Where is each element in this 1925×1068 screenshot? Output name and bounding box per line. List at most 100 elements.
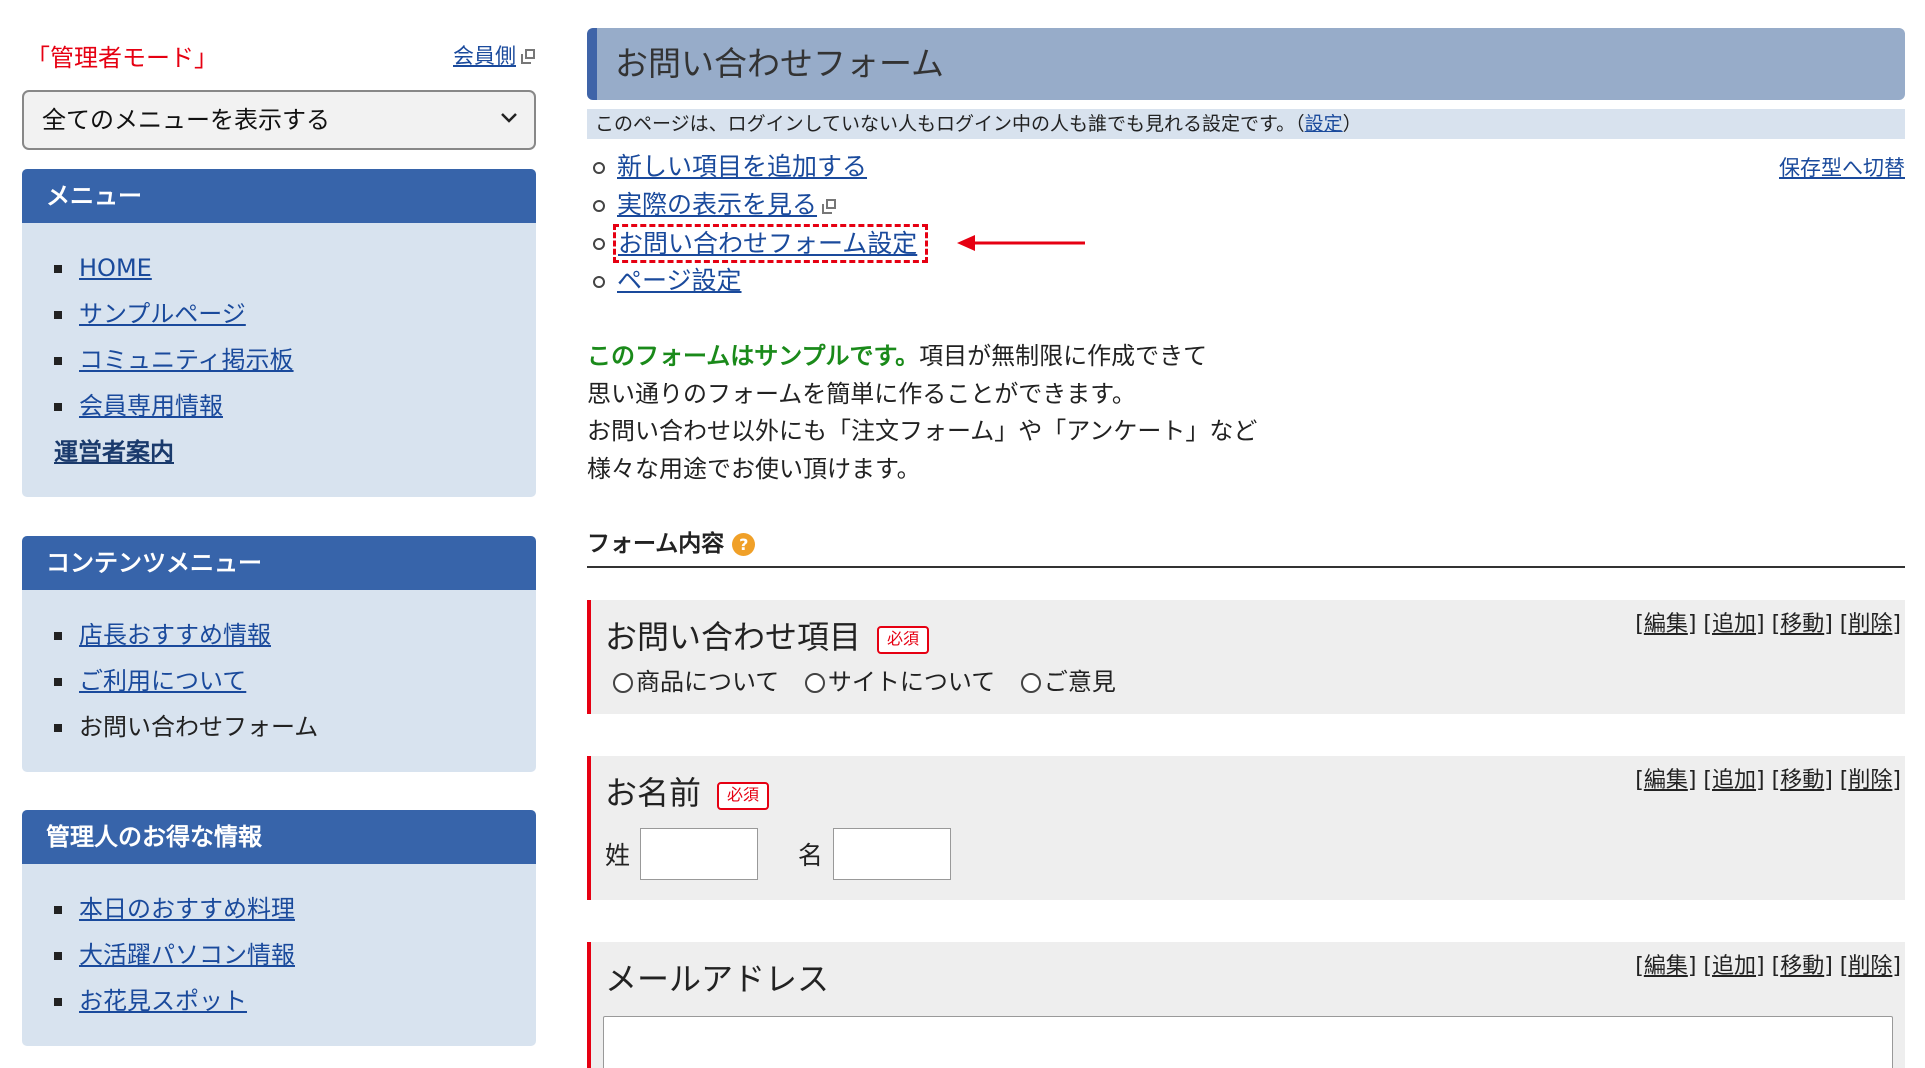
- menu-item-members: 会員専用情報: [54, 383, 536, 429]
- menu-display-select[interactable]: 全てのメニューを表示する: [22, 90, 536, 150]
- move-button[interactable]: 移動: [1780, 768, 1824, 793]
- field-email-controls: [編集] [追加] [移動] [削除]: [1635, 954, 1901, 979]
- radio-label: ご意見: [1043, 668, 1116, 696]
- action-item-page-settings: ページ設定: [587, 262, 928, 300]
- owner-menu-box: 管理人のお得な情報 本日のおすすめ料理 大活躍パソコン情報 お花見スポット: [22, 810, 536, 1046]
- delete-button[interactable]: 削除: [1848, 954, 1892, 979]
- description-line-3: お問い合わせ以外にも「注文フォーム」や「アンケート」など: [587, 417, 1258, 445]
- menu-link-sample[interactable]: サンプルページ: [79, 300, 246, 328]
- menu-item-community: コミュニティ掲示板: [54, 337, 536, 383]
- highlight-box: お問い合わせフォーム設定: [613, 224, 929, 263]
- delete-button[interactable]: 削除: [1848, 768, 1892, 793]
- menu-title: メニュー: [22, 169, 536, 223]
- owner-link-pc[interactable]: 大活躍パソコン情報: [79, 941, 295, 969]
- external-link-icon: [822, 199, 837, 214]
- notice-settings-link[interactable]: 設定: [1305, 113, 1343, 135]
- help-icon[interactable]: ?: [732, 533, 756, 556]
- add-item-link[interactable]: 新しい項目を追加する: [617, 152, 867, 181]
- action-item-preview: 実際の表示を見る: [587, 186, 928, 224]
- last-name-input[interactable]: [639, 828, 758, 880]
- owner-item-pc: 大活躍パソコン情報: [54, 932, 536, 978]
- contents-current-inquiry-form: お問い合わせフォーム: [79, 713, 319, 741]
- contents-menu-title: コンテンツメニュー: [22, 536, 536, 590]
- contents-item-inquiry-form: お問い合わせフォーム: [54, 704, 536, 750]
- description-line-4: 様々な用途でお使い頂けます。: [587, 454, 921, 483]
- edit-button[interactable]: 編集: [1644, 612, 1688, 637]
- field-name-label: お名前: [605, 774, 702, 812]
- owner-menu-list: 本日のおすすめ料理 大活躍パソコン情報 お花見スポット: [22, 864, 536, 1024]
- add-button[interactable]: 追加: [1712, 768, 1756, 793]
- add-button[interactable]: 追加: [1712, 612, 1756, 637]
- required-badge: 必須: [877, 626, 930, 654]
- owner-link-dish[interactable]: 本日のおすすめ料理: [79, 895, 295, 923]
- first-name-label: 名: [797, 841, 823, 870]
- page-title: お問い合わせフォーム: [587, 28, 1905, 100]
- notice-close: ）: [1342, 113, 1362, 135]
- move-button[interactable]: 移動: [1780, 612, 1824, 637]
- form-description: このフォームはサンプルです。項目が無制限に作成できて 思い通りのフォームを簡単に…: [587, 338, 1257, 488]
- contents-link-usage[interactable]: ご利用について: [79, 667, 246, 695]
- radio-label: サイトについて: [827, 668, 996, 696]
- move-button[interactable]: 移動: [1780, 954, 1824, 979]
- field-name-label-row: お名前 必須: [605, 768, 770, 814]
- required-badge: 必須: [717, 782, 770, 810]
- owner-menu-title: 管理人のお得な情報: [22, 810, 536, 864]
- name-input-row: 姓 名: [605, 828, 951, 880]
- form-settings-link[interactable]: お問い合わせフォーム設定: [618, 229, 917, 258]
- inquiry-radio-group: 商品について サイトについて ご意見: [613, 662, 1134, 697]
- field-inquiry-label: お問い合わせ項目: [605, 618, 862, 656]
- radio-opinion[interactable]: ご意見: [1020, 662, 1116, 697]
- page-settings-link[interactable]: ページ設定: [617, 266, 742, 295]
- form-content-title: フォーム内容: [587, 531, 725, 557]
- menu-box: メニュー HOME サンプルページ コミュニティ掲示板 会員専用情報 運営者案内: [22, 169, 536, 497]
- menu-link-operator[interactable]: 運営者案内: [54, 438, 174, 466]
- radio-circle: [1020, 673, 1041, 693]
- contents-menu-box: コンテンツメニュー 店長おすすめ情報 ご利用について お問い合わせフォーム: [22, 536, 536, 772]
- menu-item-home: HOME: [54, 245, 536, 291]
- edit-button[interactable]: 編集: [1644, 954, 1688, 979]
- field-inquiry-label-row: お問い合わせ項目 必須: [605, 612, 930, 658]
- field-email: メールアドレス [編集] [追加] [移動] [削除]: [587, 942, 1905, 1068]
- menu-link-community[interactable]: コミュニティ掲示板: [79, 346, 294, 374]
- menu-link-home[interactable]: HOME: [79, 254, 152, 282]
- menu-link-members[interactable]: 会員専用情報: [79, 392, 223, 420]
- email-input[interactable]: [603, 1016, 1893, 1068]
- member-side-link[interactable]: 会員側: [453, 40, 536, 70]
- view-actual-link[interactable]: 実際の表示を見る: [617, 190, 817, 219]
- action-item-form-settings: お問い合わせフォーム設定: [587, 224, 929, 263]
- external-link-icon: [521, 49, 536, 64]
- action-item-add: 新しい項目を追加する: [587, 148, 928, 186]
- contents-item-recommend: 店長おすすめ情報: [54, 612, 536, 658]
- description-line-1: 項目が無制限に作成できて: [919, 342, 1208, 370]
- field-name: お名前 必須 [編集] [追加] [移動] [削除] 姓 名: [587, 756, 1905, 900]
- edit-button[interactable]: 編集: [1644, 768, 1688, 793]
- field-inquiry: お問い合わせ項目 必須 [編集] [追加] [移動] [削除] 商品について サイ…: [587, 600, 1905, 714]
- menu-display-select-value: 全てのメニューを表示する: [42, 106, 330, 134]
- radio-site[interactable]: サイトについて: [804, 662, 996, 697]
- contents-item-usage: ご利用について: [54, 658, 536, 704]
- radio-product[interactable]: 商品について: [613, 662, 779, 697]
- radio-label: 商品について: [636, 668, 780, 696]
- owner-link-hanami[interactable]: お花見スポット: [79, 987, 247, 1015]
- add-button[interactable]: 追加: [1712, 954, 1756, 979]
- action-list: 新しい項目を追加する 実際の表示を見る お問い合わせフォーム設定 ページ設定: [587, 148, 929, 300]
- owner-item-hanami: お花見スポット: [54, 978, 536, 1024]
- radio-circle: [804, 673, 825, 693]
- admin-mode-label: 「管理者モード」: [26, 44, 218, 72]
- menu-item-sample: サンプルページ: [54, 291, 536, 337]
- first-name-input[interactable]: [832, 828, 951, 880]
- notice-text: このページは、ログインしていない人もログイン中の人も誰でも見れる設定です。（: [595, 113, 1305, 135]
- admin-row: 「管理者モード」 会員側: [22, 38, 536, 72]
- delete-button[interactable]: 削除: [1848, 612, 1892, 637]
- arrow-left-icon: [957, 235, 1085, 251]
- contents-link-recommend[interactable]: 店長おすすめ情報: [79, 621, 271, 649]
- field-email-label: メールアドレス: [605, 960, 830, 998]
- switch-to-save-type-link[interactable]: 保存型へ切替: [1779, 152, 1905, 182]
- owner-item-dish: 本日のおすすめ料理: [54, 886, 536, 932]
- last-name-label: 姓: [605, 841, 631, 870]
- member-side-label: 会員側: [453, 44, 516, 68]
- contents-menu-list: 店長おすすめ情報 ご利用について お問い合わせフォーム: [22, 590, 536, 750]
- menu-item-operator: 運営者案内: [54, 429, 536, 475]
- field-name-controls: [編集] [追加] [移動] [削除]: [1635, 768, 1901, 793]
- page: 「管理者モード」 会員側 全てのメニューを表示する メニュー HOME サンプル…: [0, 0, 1925, 1068]
